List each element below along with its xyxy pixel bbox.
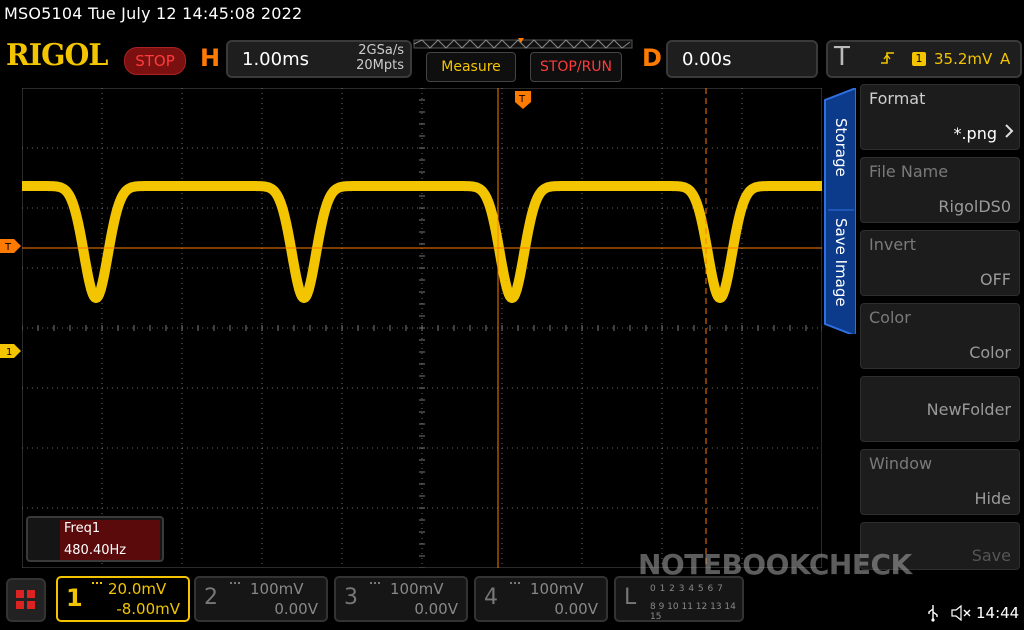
waveform-display[interactable] [22, 88, 822, 568]
ch4-scale: 100mV [530, 580, 584, 598]
delay-settings[interactable]: 0.00s [666, 40, 818, 78]
invert-label: Invert [869, 235, 917, 254]
ch1-settings[interactable]: 1 20.0mV -8.00mV [56, 576, 190, 622]
trigger-position-marker[interactable]: T [514, 90, 532, 110]
ch4-number: 4 [484, 585, 498, 610]
ch3-scale: 100mV [390, 580, 444, 598]
horizontal-icon[interactable]: H [200, 44, 220, 72]
color-button[interactable]: Color Color [860, 303, 1020, 369]
logic-channels-high: 8 9 10 11 12 13 14 15 [650, 602, 736, 622]
ch3-offset: 0.00V [414, 600, 458, 618]
sample-rate: 2GSa/s [358, 43, 404, 58]
svg-text:1: 1 [6, 347, 12, 358]
invert-button[interactable]: Invert OFF [860, 230, 1020, 296]
logic-channels-low: 0 1 2 3 4 5 6 7 [650, 584, 724, 594]
dc-coupling-icon [230, 582, 240, 584]
ch1-offset-marker[interactable]: 1 [0, 343, 22, 359]
measure-button[interactable]: Measure [426, 52, 516, 82]
dc-coupling-icon [510, 582, 520, 584]
tab-storage[interactable]: Storage [832, 118, 850, 177]
new-folder-label: NewFolder [926, 400, 1011, 419]
ch1-scale: 20.0mV [108, 580, 167, 598]
window-button[interactable]: Window Hide [860, 449, 1020, 515]
color-label: Color [869, 308, 911, 327]
dc-coupling-icon [92, 582, 102, 590]
ch4-offset: 0.00V [554, 600, 598, 618]
delay-icon[interactable]: D [642, 44, 662, 72]
ch1-number: 1 [66, 584, 83, 612]
status-title: MSO5104 Tue July 12 14:45:08 2022 [4, 4, 303, 23]
invert-value: OFF [980, 270, 1011, 289]
rising-edge-icon [881, 52, 894, 64]
ch1-offset: -8.00mV [116, 600, 180, 618]
tab-save-image[interactable]: Save Image [832, 218, 850, 307]
trigger-mode: A [1000, 50, 1011, 68]
trigger-level: 35.2mV [934, 50, 993, 68]
measurement-panel[interactable]: Freq1 480.40Hz [26, 516, 164, 562]
trigger-level-marker[interactable]: T [0, 238, 22, 254]
chevron-right-icon [1005, 124, 1014, 138]
format-label: Format [869, 89, 926, 108]
menu-grid-icon [16, 590, 35, 609]
window-label: Window [869, 454, 933, 473]
delay-value: 0.00s [682, 49, 732, 70]
svg-text:T: T [4, 242, 12, 253]
dc-coupling-icon [370, 582, 380, 584]
ch2-scale: 100mV [250, 580, 304, 598]
ch2-offset: 0.00V [274, 600, 318, 618]
rigol-logo: RIGOL [6, 38, 108, 73]
file-name-label: File Name [869, 162, 949, 181]
side-tab-bar: Storage Save Image [824, 88, 856, 334]
trigger-letter: T [834, 42, 850, 72]
ch3-settings[interactable]: 3 100mV 0.00V [334, 576, 468, 622]
horizontal-settings[interactable]: 1.00ms 2GSa/s 20Mpts [226, 40, 412, 78]
ch2-settings[interactable]: 2 100mV 0.00V [194, 576, 328, 622]
logic-analyzer-settings[interactable]: L 0 1 2 3 4 5 6 7 8 9 10 11 12 13 14 15 [614, 576, 744, 622]
format-button[interactable]: Format *.png [860, 84, 1020, 150]
timebase-value: 1.00ms [242, 49, 309, 70]
new-folder-button[interactable]: NewFolder [860, 376, 1020, 442]
color-value: Color [969, 343, 1011, 362]
memory-position-bar [413, 38, 633, 49]
clock: 14:44 [976, 604, 1020, 622]
save-label: Save [971, 546, 1011, 565]
file-name-value: RigolDS0 [938, 197, 1011, 216]
main-menu-button[interactable] [6, 578, 46, 622]
usb-icon [928, 605, 938, 622]
file-name-button[interactable]: File Name RigolDS0 [860, 157, 1020, 223]
measurement-value: 480.40Hz [64, 543, 127, 558]
ch2-number: 2 [204, 585, 218, 610]
memory-depth: 20Mpts [356, 58, 404, 73]
speaker-muted-icon[interactable] [950, 604, 972, 622]
watermark: NOTEBOOKCHECK [638, 548, 912, 581]
ch4-settings[interactable]: 4 100mV 0.00V [474, 576, 608, 622]
window-value: Hide [974, 489, 1011, 508]
format-value: *.png [953, 124, 997, 143]
stop-run-button[interactable]: STOP/RUN [530, 52, 622, 82]
measurement-name: Freq1 [64, 521, 101, 536]
ch3-number: 3 [344, 585, 358, 610]
logic-letter: L [624, 585, 637, 610]
svg-text:T: T [518, 94, 526, 105]
trigger-source-badge: 1 [912, 52, 926, 66]
run-state-badge[interactable]: STOP [124, 47, 186, 75]
